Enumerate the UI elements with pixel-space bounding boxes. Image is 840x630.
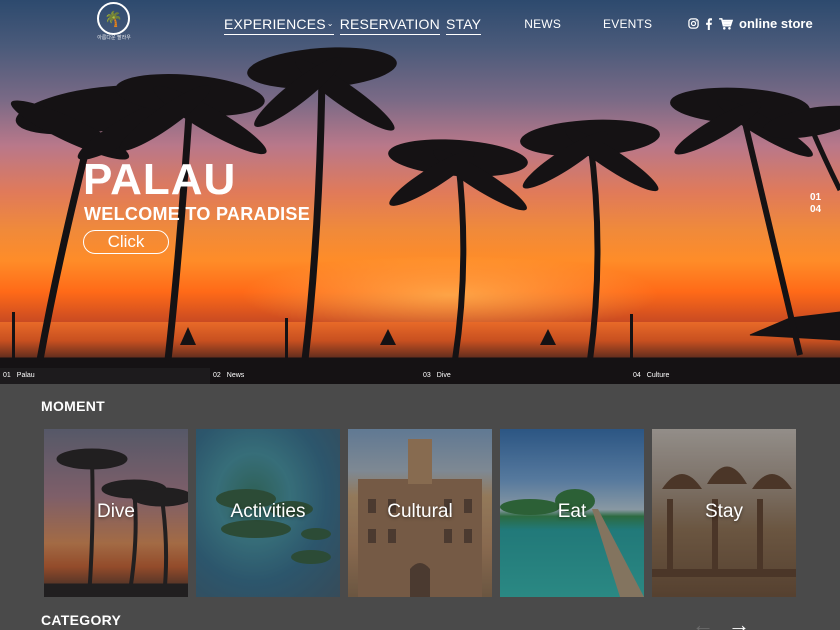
moment-heading: MOMENT [41,398,106,414]
slide-tab-dive[interactable]: 03 Dive [420,368,630,384]
moment-card-activities[interactable]: Activities [196,429,340,597]
slide-tab-culture[interactable]: 04 Culture [630,368,840,384]
tab-label: News [226,372,245,379]
hero-title: PALAU [83,155,237,204]
chevron-down-icon: ⌄ [326,18,334,28]
pager-current: 01 [810,192,822,203]
tab-number: 02 [213,372,221,379]
logo-caption: 아름다운 팔라우 [97,35,131,41]
slide-tab-news[interactable]: 02 News [210,368,420,384]
header-social: online store [688,16,813,31]
card-label-stay: Stay [704,501,744,522]
cart-icon[interactable] [719,17,733,30]
card-label-cultural: Cultural [387,501,453,522]
pager-total: 04 [810,204,822,215]
hero-click-button[interactable]: Click [83,230,169,254]
moment-card-cultural[interactable]: Cultural [348,429,492,597]
tab-number: 04 [633,372,641,379]
site-logo[interactable]: 🌴 아름다운 팔라우 [97,2,131,41]
main-nav: EXPERIENCES⌄ RESERVATION STAY NEWS EVENT… [224,16,652,35]
online-store-link[interactable]: online store [739,16,813,31]
card-label-activities: Activities [230,501,306,522]
hero-subtitle: WELCOME TO PARADISE [84,204,311,224]
moment-cards: Dive Activities Cultural Eat Stay [44,429,796,597]
category-heading: CATEGORY [41,612,122,628]
hero-banner: 🌴 아름다운 팔라우 EXPERIENCES⌄ RESERVATION STAY… [0,0,840,384]
tab-label: Culture [646,372,670,379]
facebook-icon[interactable] [705,17,713,30]
nav-news[interactable]: NEWS [524,17,561,33]
nav-experiences-label: EXPERIENCES [224,15,326,32]
slide-tabs: 01 Palau 02 News 03 Dive 04 Culture [0,368,840,384]
slide-tab-palau[interactable]: 01 Palau [0,368,210,384]
nav-experiences[interactable]: EXPERIENCES⌄ [224,16,334,35]
arrow-right-icon[interactable]: → [728,614,750,630]
tab-number: 01 [3,372,11,379]
category-arrows: ← → [692,614,750,630]
arrow-left-icon[interactable]: ← [692,614,714,630]
moment-card-dive[interactable]: Dive [44,429,188,597]
tab-number: 03 [423,372,431,379]
moment-card-eat[interactable]: Eat [500,429,644,597]
tab-label: Dive [436,372,451,379]
nav-reservation[interactable]: RESERVATION [339,16,440,35]
nav-stay[interactable]: STAY [445,16,482,35]
card-label-eat: Eat [557,501,587,522]
nav-events[interactable]: EVENTS [603,17,652,33]
moment-card-stay[interactable]: Stay [652,429,796,597]
palm-logo-icon: 🌴 [97,2,130,35]
slide-pager: 01 04 [810,192,821,216]
card-label-dive: Dive [96,501,135,522]
tab-label: Palau [16,372,35,379]
instagram-icon[interactable] [688,18,699,29]
